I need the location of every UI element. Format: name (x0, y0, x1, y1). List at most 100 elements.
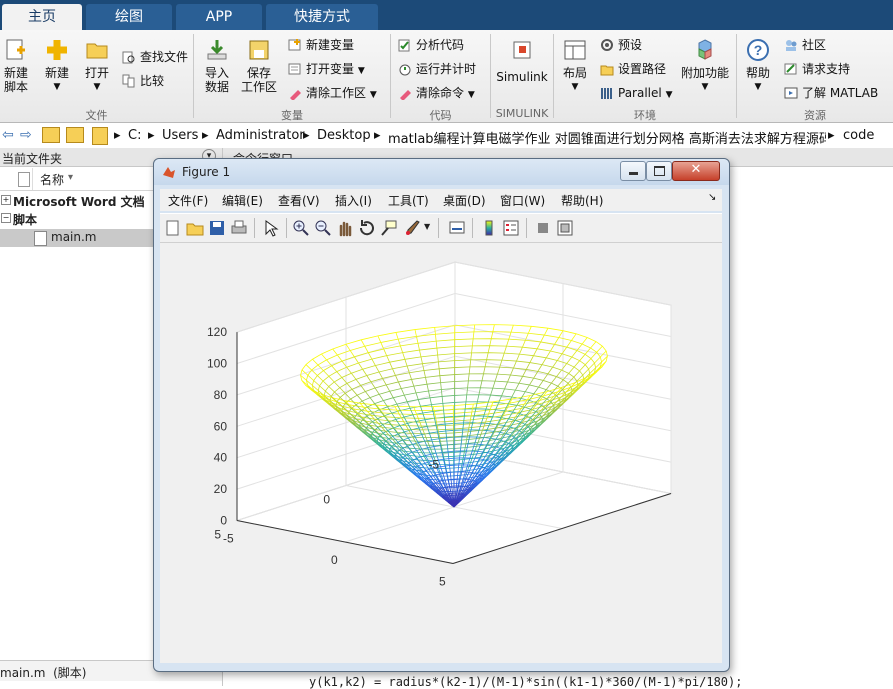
z-tick-label: 40 (214, 451, 228, 465)
z-tick-label: 0 (220, 514, 227, 528)
minimize-icon (629, 172, 638, 175)
set-path-button[interactable]: 设置路径 (600, 59, 666, 79)
brush-icon[interactable] (404, 219, 422, 237)
figure-titlebar[interactable]: Figure 1 ✕ (154, 159, 729, 185)
z-tick-label: 20 (214, 482, 228, 496)
new-variable-label: 新建变量 (306, 38, 354, 52)
group-label: Microsoft Word 文档 (13, 193, 145, 210)
request-support-button[interactable]: 请求支持 (784, 59, 850, 79)
minimize-button[interactable] (620, 161, 646, 181)
clear-commands-icon (398, 86, 412, 100)
crumb-desktop[interactable]: Desktop (317, 128, 371, 143)
crumb-separator: ▸ (303, 128, 310, 143)
data-cursor-icon[interactable] (380, 219, 398, 237)
compare-button[interactable]: 比较 (122, 71, 164, 91)
tab-plots[interactable]: 绘图 (86, 4, 172, 30)
forward-arrow-icon[interactable]: ⇨ (20, 127, 32, 143)
menu-view[interactable]: 查看(V) (278, 192, 320, 209)
analyze-code-button[interactable]: 分析代码 (398, 35, 464, 55)
save-workspace-label: 保存 工作区 (240, 66, 278, 94)
open-file-icon[interactable] (186, 219, 204, 237)
addons-button[interactable]: 附加功能 ▼ (680, 38, 730, 94)
tab-apps[interactable]: APP (176, 4, 262, 30)
new-variable-button[interactable]: 新建变量 (288, 35, 354, 55)
back-arrow-icon[interactable]: ⇦ (2, 127, 14, 143)
parallel-button[interactable]: Parallel ▼ (600, 83, 672, 103)
menu-help[interactable]: 帮助(H) (561, 192, 603, 209)
gear-icon (600, 38, 614, 52)
toolbar-divider (254, 218, 255, 238)
tab-shortcuts[interactable]: 快捷方式 (266, 4, 378, 30)
find-files-button[interactable]: 查找文件 (122, 47, 188, 67)
cone-surface-plot[interactable]: 020406080100120-505-505 (160, 243, 722, 663)
insert-colorbar-icon[interactable] (480, 219, 498, 237)
learn-matlab-button[interactable]: 了解 MATLAB (784, 83, 878, 103)
menu-window[interactable]: 窗口(W) (500, 192, 545, 209)
crumb-project-folder[interactable]: matlab编程计算电磁学作业 对圆锥面进行划分网格 高斯消去法求解方程源码程序 (388, 128, 826, 147)
insert-legend-icon[interactable] (502, 219, 520, 237)
cursor-arrow-icon[interactable] (262, 219, 280, 237)
clear-workspace-label: 清除工作区 (306, 86, 366, 100)
layout-button[interactable]: 布局 ▼ (558, 38, 592, 94)
expand-icon[interactable]: + (1, 195, 11, 205)
crumb-administrator[interactable]: Administrator (216, 128, 305, 143)
menu-desktop[interactable]: 桌面(D) (443, 192, 486, 209)
browse-folder-icon[interactable] (66, 127, 84, 143)
maximize-button[interactable] (646, 161, 672, 181)
run-and-time-button[interactable]: 运行并计时 (398, 59, 476, 79)
figure-window[interactable]: Figure 1 ✕ 文件(F) 编辑(E) 查看(V) 插入(I) 工具(T)… (153, 158, 730, 672)
open-variable-button[interactable]: 打开变量 ▼ (288, 59, 365, 79)
addons-icon (693, 38, 717, 62)
menu-file[interactable]: 文件(F) (168, 192, 208, 209)
show-plot-tools-icon[interactable] (556, 219, 574, 237)
new-plus-icon (45, 38, 69, 62)
crumb-users[interactable]: Users (162, 128, 198, 143)
import-data-button[interactable]: 导入 数据 (200, 38, 234, 94)
group-caption-environment: 环境 (554, 107, 736, 121)
chevron-down-icon: ▼ (82, 80, 112, 94)
up-folder-icon[interactable] (42, 127, 60, 143)
zoom-out-icon[interactable] (314, 219, 332, 237)
new-script-button[interactable]: 新建 脚本 (2, 38, 30, 94)
save-icon[interactable] (208, 219, 226, 237)
menu-tools[interactable]: 工具(T) (388, 192, 429, 209)
clear-commands-button[interactable]: 清除命令 ▼ (398, 83, 475, 103)
parallel-label: Parallel (618, 86, 662, 100)
zoom-in-icon[interactable] (292, 219, 310, 237)
link-plot-icon[interactable] (448, 219, 466, 237)
new-figure-icon[interactable] (164, 219, 182, 237)
preferences-button[interactable]: 预设 (600, 35, 642, 55)
preferences-label: 预设 (618, 38, 642, 52)
dock-arrow-icon[interactable]: ↘ (708, 192, 716, 203)
find-files-icon (122, 50, 136, 64)
simulink-button[interactable]: Simulink (496, 38, 548, 84)
chevron-down-icon: ▼ (680, 80, 730, 94)
chevron-down-icon[interactable]: ▼ (424, 222, 430, 231)
addons-label: 附加功能 (681, 66, 729, 80)
clear-commands-label: 清除命令 (416, 86, 464, 100)
plot-area[interactable]: 020406080100120-505-505 (160, 243, 722, 663)
help-button[interactable]: ? 帮助 ▼ (742, 38, 774, 94)
open-button[interactable]: 打开 ▼ (82, 38, 112, 94)
group-caption-variable: 变量 (194, 107, 390, 121)
tab-home[interactable]: 主页 (2, 4, 82, 30)
column-header-name[interactable]: 名称 (40, 171, 64, 188)
community-icon (784, 38, 798, 52)
sort-arrow-icon: ▾ (68, 172, 73, 183)
collapse-icon[interactable]: − (1, 213, 11, 223)
community-button[interactable]: 社区 (784, 35, 826, 55)
pan-hand-icon[interactable] (336, 219, 354, 237)
close-button[interactable]: ✕ (672, 161, 720, 181)
rotate-3d-icon[interactable] (358, 219, 376, 237)
clear-workspace-button[interactable]: 清除工作区 ▼ (288, 83, 377, 103)
menu-edit[interactable]: 编辑(E) (222, 192, 263, 209)
z-tick-label: 60 (214, 419, 228, 433)
file-type-header-icon (18, 172, 30, 187)
crumb-drive[interactable]: C: (128, 128, 141, 143)
crumb-code[interactable]: code (843, 128, 874, 143)
print-icon[interactable] (230, 219, 248, 237)
menu-insert[interactable]: 插入(I) (335, 192, 372, 209)
hide-plot-tools-icon[interactable] (534, 219, 552, 237)
new-button[interactable]: 新建 ▼ (42, 38, 72, 94)
save-workspace-button[interactable]: 保存 工作区 (240, 38, 278, 94)
